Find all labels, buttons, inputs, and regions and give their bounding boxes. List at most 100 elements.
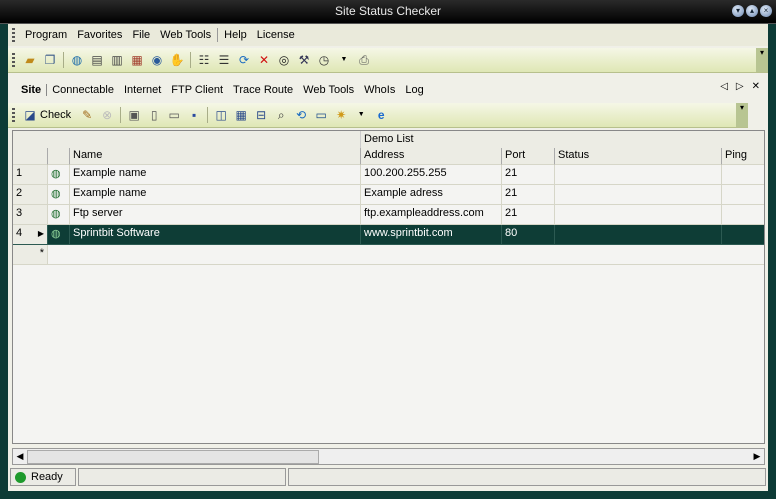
horizontal-scrollbar[interactable]: ◀ ▶: [12, 448, 765, 465]
row-number: 2: [13, 185, 48, 205]
cell-name[interactable]: Example name: [70, 165, 361, 185]
title-bar: Site Status Checker ▾ ▴ ×: [0, 0, 776, 24]
menu-web-tools[interactable]: Web Tools: [155, 29, 216, 41]
scroll-right-icon[interactable]: ▶: [750, 449, 764, 464]
delete-icon[interactable]: ✕: [256, 52, 272, 68]
tab-internet[interactable]: Internet: [119, 84, 166, 96]
cell-port[interactable]: 21: [502, 165, 555, 185]
refresh-icon[interactable]: ⟳: [236, 52, 252, 68]
print-icon[interactable]: ⎙: [356, 52, 372, 68]
cell-port[interactable]: 21: [502, 185, 555, 205]
table-row-selected[interactable]: 4 ▶ ◍ Sprintbit Software www.sprintbit.co…: [13, 225, 764, 245]
star-icon[interactable]: ✷: [333, 107, 349, 123]
new-document-icon[interactable]: ▯: [146, 107, 162, 123]
tab-connectable[interactable]: Connectable: [47, 84, 119, 96]
column-header-address[interactable]: Address: [361, 148, 502, 165]
message-icon[interactable]: ▭: [166, 107, 182, 123]
cell-status[interactable]: [555, 185, 722, 205]
grid-icon[interactable]: ▦: [233, 107, 249, 123]
check-button[interactable]: Check: [40, 109, 71, 121]
cell-address[interactable]: 100.200.255.255: [361, 165, 502, 185]
menu-favorites[interactable]: Favorites: [72, 29, 127, 41]
scroll-thumb[interactable]: [27, 450, 319, 464]
cell-status[interactable]: [555, 165, 722, 185]
dropdown-arrow-icon[interactable]: ▼: [336, 52, 352, 68]
tab-log[interactable]: Log: [400, 84, 428, 96]
window-controls: ▾ ▴ ×: [732, 5, 772, 17]
monitor-icon[interactable]: ▭: [313, 107, 329, 123]
menu-file[interactable]: File: [127, 29, 155, 41]
minimize-button[interactable]: ▾: [732, 5, 744, 17]
window-title: Site Status Checker: [334, 4, 442, 18]
table-row[interactable]: 2 ◍ Example name Example adress 21: [13, 185, 764, 205]
cell-ping[interactable]: [722, 225, 764, 245]
column-header-port[interactable]: Port: [502, 148, 555, 165]
cell-ping[interactable]: [722, 205, 764, 225]
cell-name[interactable]: Example name: [70, 185, 361, 205]
hand-icon[interactable]: ✋: [169, 52, 185, 68]
menu-license[interactable]: License: [252, 29, 300, 41]
toolbar-overflow-chevron[interactable]: ▾: [756, 48, 768, 72]
column-header-name[interactable]: Name: [70, 148, 361, 165]
tab-next-icon[interactable]: ▷: [736, 81, 744, 92]
refresh-search-icon[interactable]: ⟲: [293, 107, 309, 123]
binoculars-icon[interactable]: ◎: [276, 52, 292, 68]
details-icon[interactable]: ☰: [216, 52, 232, 68]
internet-explorer-icon[interactable]: e: [373, 107, 389, 123]
cell-address[interactable]: www.sprintbit.com: [361, 225, 502, 245]
new-row[interactable]: *: [13, 245, 764, 265]
window-icon[interactable]: ◫: [213, 107, 229, 123]
cell-status[interactable]: [555, 205, 722, 225]
tab-web-tools[interactable]: Web Tools: [298, 84, 359, 96]
cell-port[interactable]: 21: [502, 205, 555, 225]
tab-prev-icon[interactable]: ◁: [720, 81, 728, 92]
list-icon[interactable]: ☷: [196, 52, 212, 68]
cell-address[interactable]: ftp.exampleaddress.com: [361, 205, 502, 225]
cell-ping[interactable]: [722, 165, 764, 185]
tab-ftp-client[interactable]: FTP Client: [166, 84, 228, 96]
dropdown-arrow-icon[interactable]: ▼: [353, 107, 369, 123]
ip-icon[interactable]: ▥: [109, 52, 125, 68]
cell-address[interactable]: Example adress: [361, 185, 502, 205]
close-button[interactable]: ×: [760, 5, 772, 17]
site-toolbar-overflow-chevron[interactable]: ▾: [736, 103, 748, 127]
cell-status[interactable]: [555, 225, 722, 245]
tab-navigation: ◁ ▷ ✕: [720, 81, 760, 92]
save-icon[interactable]: ▪: [186, 107, 202, 123]
paste-icon[interactable]: ▣: [126, 107, 142, 123]
tab-site[interactable]: Site: [16, 84, 48, 96]
menubar-grip[interactable]: [12, 28, 15, 42]
site-toolbar-grip[interactable]: [12, 108, 15, 122]
open-folder-icon[interactable]: ▰: [22, 52, 38, 68]
split-icon[interactable]: ⊟: [253, 107, 269, 123]
table-row[interactable]: 3 ◍ Ftp server ftp.exampleaddress.com 21: [13, 205, 764, 225]
check-icon[interactable]: ◪: [22, 107, 38, 123]
search-icon[interactable]: ⌕: [273, 107, 289, 123]
network-icon[interactable]: ▦: [129, 52, 145, 68]
maximize-button[interactable]: ▴: [746, 5, 758, 17]
tab-close-icon[interactable]: ✕: [752, 81, 760, 92]
web-icon[interactable]: ◉: [149, 52, 165, 68]
menu-bar: Program Favorites File Web Tools Help Li…: [8, 24, 768, 46]
column-header-status[interactable]: Status: [555, 148, 722, 165]
toolbar-grip[interactable]: [12, 53, 15, 67]
new-site-icon[interactable]: ✎: [79, 107, 95, 123]
menu-program[interactable]: Program: [20, 29, 72, 41]
column-header-ping[interactable]: Ping: [722, 148, 764, 165]
cell-ping[interactable]: [722, 185, 764, 205]
cell-name[interactable]: Ftp server: [70, 205, 361, 225]
clock-icon[interactable]: ◷: [316, 52, 332, 68]
host-icon[interactable]: ▤: [89, 52, 105, 68]
status-panel-2: [78, 468, 286, 486]
scroll-left-icon[interactable]: ◀: [13, 449, 27, 464]
globe-icon[interactable]: ◍: [69, 52, 85, 68]
copy-icon[interactable]: ❐: [42, 52, 58, 68]
tools-icon[interactable]: ⚒: [296, 52, 312, 68]
tab-trace-route[interactable]: Trace Route: [228, 84, 298, 96]
cell-port[interactable]: 80: [502, 225, 555, 245]
tab-whois[interactable]: WhoIs: [359, 84, 400, 96]
table-row[interactable]: 1 ◍ Example name 100.200.255.255 21: [13, 165, 764, 185]
status-indicator-icon: [15, 471, 26, 483]
menu-help[interactable]: Help: [219, 29, 252, 41]
cell-name[interactable]: Sprintbit Software: [70, 225, 361, 245]
